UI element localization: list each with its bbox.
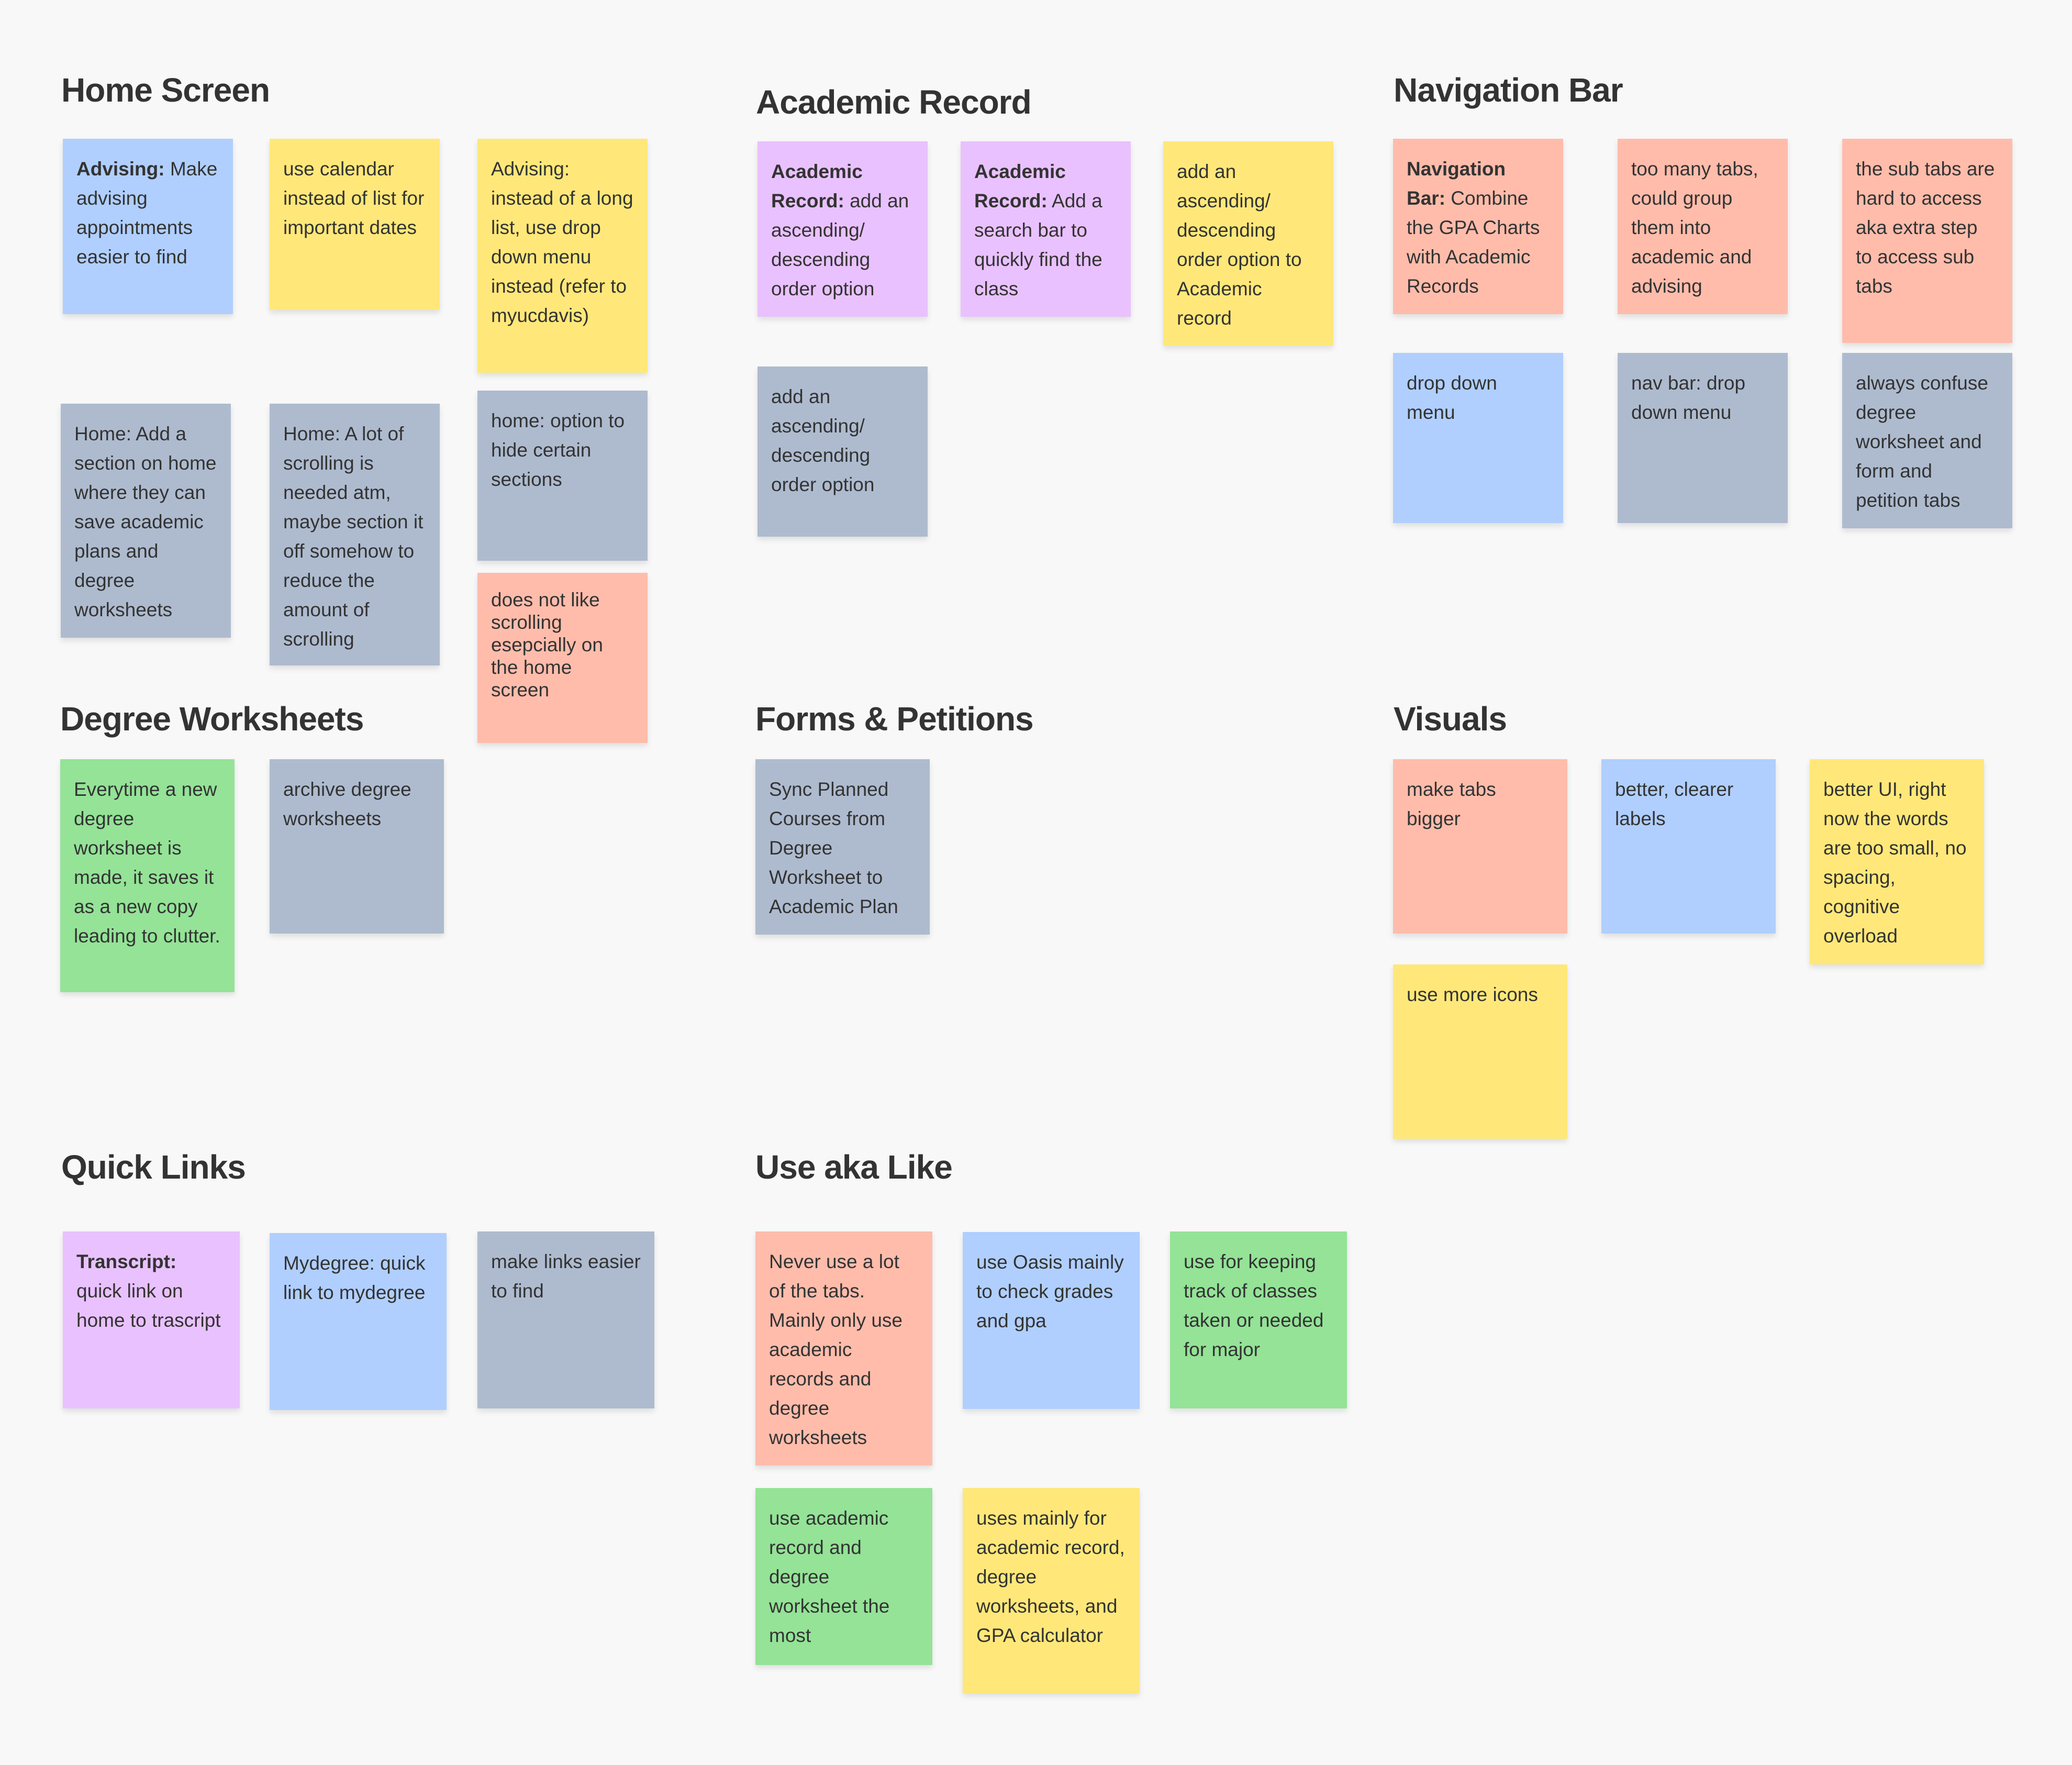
note-text: add an ascending/ descending order optio…: [1177, 161, 1302, 329]
sticky-note[interactable]: add an ascending/ descending order optio…: [757, 367, 928, 537]
note-text: better, clearer labels: [1615, 779, 1734, 829]
sticky-note[interactable]: make tabs bigger: [1393, 759, 1567, 934]
note-text: Mydegree: quick link to mydegree: [283, 1252, 426, 1303]
note-text: archive degree worksheets: [283, 779, 411, 829]
note-bold-label: Transcript:: [76, 1251, 177, 1272]
sticky-note[interactable]: does not like scrolling esepcially on th…: [477, 573, 648, 743]
sticky-note[interactable]: use calendar instead of list for importa…: [270, 139, 440, 310]
section-heading-use-aka-like: Use aka Like: [755, 1148, 953, 1186]
sticky-note[interactable]: Everytime a new degree worksheet is made…: [60, 759, 235, 992]
sticky-note[interactable]: make links easier to find: [477, 1231, 654, 1408]
sticky-note[interactable]: better UI, right now the words are too s…: [1810, 759, 1984, 964]
note-text: use for keeping track of classes taken o…: [1184, 1251, 1324, 1360]
note-text: too many tabs, could group them into aca…: [1631, 158, 1758, 297]
note-text: Home: A lot of scrolling is needed atm, …: [283, 423, 424, 650]
sticky-note[interactable]: Advising: instead of a long list, use dr…: [477, 139, 648, 373]
sticky-note[interactable]: too many tabs, could group them into aca…: [1618, 139, 1788, 314]
section-heading-home-screen: Home Screen: [61, 71, 270, 109]
note-text: nav bar: drop down menu: [1631, 372, 1746, 423]
note-text: uses mainly for academic record, degree …: [976, 1507, 1125, 1646]
sticky-note[interactable]: home: option to hide certain sections: [477, 391, 648, 561]
note-text: Sync Planned Courses from Degree Workshe…: [769, 779, 898, 917]
sticky-note[interactable]: use academic record and degree worksheet…: [755, 1488, 932, 1665]
note-text: Home: Add a section on home where they c…: [74, 423, 217, 620]
sticky-note[interactable]: always confuse degree worksheet and form…: [1842, 353, 2012, 528]
sticky-note[interactable]: use more icons: [1393, 964, 1567, 1139]
sticky-note[interactable]: Advising: Make advising appointments eas…: [63, 139, 233, 314]
note-text: does not like scrolling esepcially on th…: [491, 589, 603, 701]
sticky-note[interactable]: Navigation Bar: Combine the GPA Charts w…: [1393, 139, 1563, 314]
section-heading-quick-links: Quick Links: [61, 1148, 246, 1186]
sticky-note[interactable]: uses mainly for academic record, degree …: [963, 1488, 1140, 1693]
sticky-note[interactable]: Mydegree: quick link to mydegree: [270, 1233, 447, 1410]
sticky-note[interactable]: use Oasis mainly to check grades and gpa: [963, 1232, 1140, 1409]
sticky-note[interactable]: Never use a lot of the tabs. Mainly only…: [755, 1231, 932, 1466]
note-text: better UI, right now the words are too s…: [1823, 779, 1967, 947]
note-text: Everytime a new degree worksheet is made…: [74, 779, 220, 947]
section-heading-visuals: Visuals: [1394, 700, 1507, 738]
sticky-note[interactable]: archive degree worksheets: [270, 759, 444, 934]
section-heading-degree-worksheets: Degree Worksheets: [60, 700, 364, 738]
sticky-note[interactable]: Home: A lot of scrolling is needed atm, …: [270, 404, 440, 665]
note-text: always confuse degree worksheet and form…: [1856, 372, 1988, 511]
note-text: the sub tabs are hard to access aka extr…: [1856, 158, 1995, 297]
note-text: use more icons: [1407, 984, 1538, 1005]
note-text: use academic record and degree worksheet…: [769, 1507, 890, 1646]
sticky-note[interactable]: Transcript: quick link on home to trascr…: [63, 1231, 240, 1408]
sticky-note[interactable]: better, clearer labels: [1601, 759, 1776, 934]
note-text: quick link on home to trascript: [76, 1280, 221, 1331]
note-text: home: option to hide certain sections: [491, 410, 625, 490]
section-heading-navigation-bar: Navigation Bar: [1394, 71, 1623, 109]
sticky-note[interactable]: use for keeping track of classes taken o…: [1170, 1231, 1347, 1408]
note-text: use calendar instead of list for importa…: [283, 158, 425, 238]
note-bold-label: Advising:: [76, 158, 165, 180]
sticky-note[interactable]: Sync Planned Courses from Degree Workshe…: [755, 759, 930, 935]
note-text: drop down menu: [1407, 372, 1497, 423]
sticky-note[interactable]: add an ascending/ descending order optio…: [1163, 141, 1333, 346]
section-heading-academic-record: Academic Record: [756, 83, 1032, 121]
note-text: make tabs bigger: [1407, 779, 1496, 829]
note-text: use Oasis mainly to check grades and gpa: [976, 1251, 1124, 1331]
sticky-note[interactable]: Home: Add a section on home where they c…: [61, 404, 231, 638]
note-text: Advising: instead of a long list, use dr…: [491, 158, 633, 326]
note-text: make links easier to find: [491, 1251, 641, 1302]
sticky-note[interactable]: drop down menu: [1393, 353, 1563, 523]
sticky-note[interactable]: Academic Record: add an ascending/ desce…: [757, 141, 928, 317]
note-text: Never use a lot of the tabs. Mainly only…: [769, 1251, 903, 1448]
note-text: add an ascending/ descending order optio…: [771, 386, 875, 495]
sticky-note[interactable]: nav bar: drop down menu: [1618, 353, 1788, 523]
sticky-note[interactable]: the sub tabs are hard to access aka extr…: [1842, 139, 2012, 343]
section-heading-forms-petitions: Forms & Petitions: [755, 700, 1034, 738]
sticky-note[interactable]: Academic Record: Add a search bar to qui…: [961, 141, 1131, 317]
